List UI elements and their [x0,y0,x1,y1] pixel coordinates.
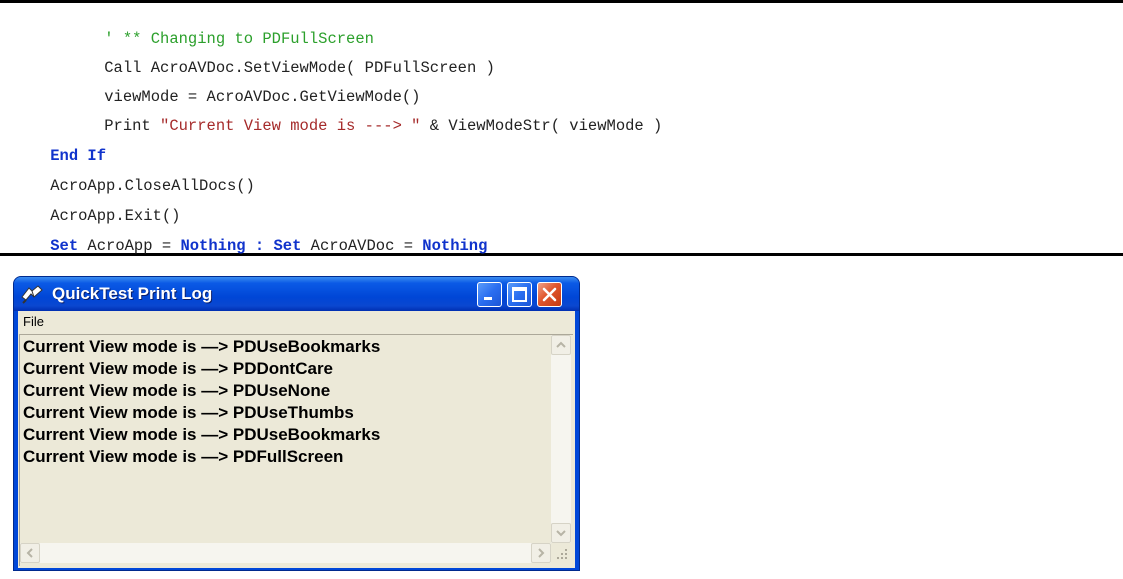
close-icon [542,287,557,302]
code-line-set-nothing: Set AcroApp = Nothing : Set AcroAVDoc = … [13,213,487,255]
menu-file[interactable]: File [23,313,44,331]
resize-grip-icon [557,549,567,559]
title-bar[interactable]: QuickTest Print Log [14,277,579,311]
code-line-print: Print "Current View mode is ---> " & Vie… [13,93,662,135]
code-line-comment: ' ** Changing to PDFullScreen [13,6,374,48]
maximize-button[interactable] [507,282,532,307]
chevron-left-icon [26,548,33,558]
minimize-button[interactable] [477,282,502,307]
code-keyword: Nothing : Set [180,237,302,255]
log-output[interactable]: Current View mode is —> PDUseBookmarks C… [19,334,573,566]
code-string: "Current View mode is ---> " [160,117,421,135]
maximize-icon [512,287,527,302]
chevron-up-icon [556,341,566,348]
log-line: Current View mode is —> PDUseBookmarks [23,425,381,444]
log-line: Current View mode is —> PDFullScreen [23,447,344,466]
code-text: AcroApp = [78,237,181,255]
code-line-getviewmode: viewMode = AcroAVDoc.GetViewMode() [13,64,420,106]
scroll-down-button[interactable] [551,523,571,543]
scroll-right-button[interactable] [531,543,551,563]
code-line-closealldocs: AcroApp.CloseAllDocs() [13,153,255,195]
log-line: Current View mode is —> PDUseBookmarks [23,337,381,356]
code-text: AcroAVDoc = [301,237,423,255]
code-keyword: Set [50,237,79,255]
code-keyword: Nothing [422,237,488,255]
vertical-scrollbar[interactable] [551,335,571,543]
code-line-setviewmode: Call AcroAVDoc.SetViewMode( PDFullScreen… [13,35,495,77]
resize-grip[interactable] [551,543,571,563]
print-log-window: QuickTest Print Log File Current View mo… [13,276,580,571]
close-button[interactable] [537,282,562,307]
chevron-down-icon [556,530,566,537]
code-line-end-if: End If [13,123,106,165]
code-snippet: ' ** Changing to PDFullScreen Call AcroA… [0,0,1123,256]
scroll-left-button[interactable] [20,543,40,563]
log-line: Current View mode is —> PDDontCare [23,359,334,378]
menu-file-label: File [23,314,44,329]
code-text: Print [104,117,161,135]
chevron-right-icon [538,548,545,558]
horizontal-scrollbar[interactable] [20,543,551,563]
scroll-up-button[interactable] [551,335,571,355]
window-title: QuickTest Print Log [52,284,213,303]
code-text: & ViewModeStr( viewMode ) [420,117,663,135]
window-body: File Current View mode is —> PDUseBookma… [18,311,575,568]
log-line: Current View mode is —> PDUseThumbs [23,403,354,422]
menu-bar: File [18,311,575,333]
quicktest-app-icon [20,283,44,305]
code-line-exit: AcroApp.Exit() [13,183,180,225]
log-line: Current View mode is —> PDUseNone [23,381,331,400]
minimize-icon [484,297,492,300]
